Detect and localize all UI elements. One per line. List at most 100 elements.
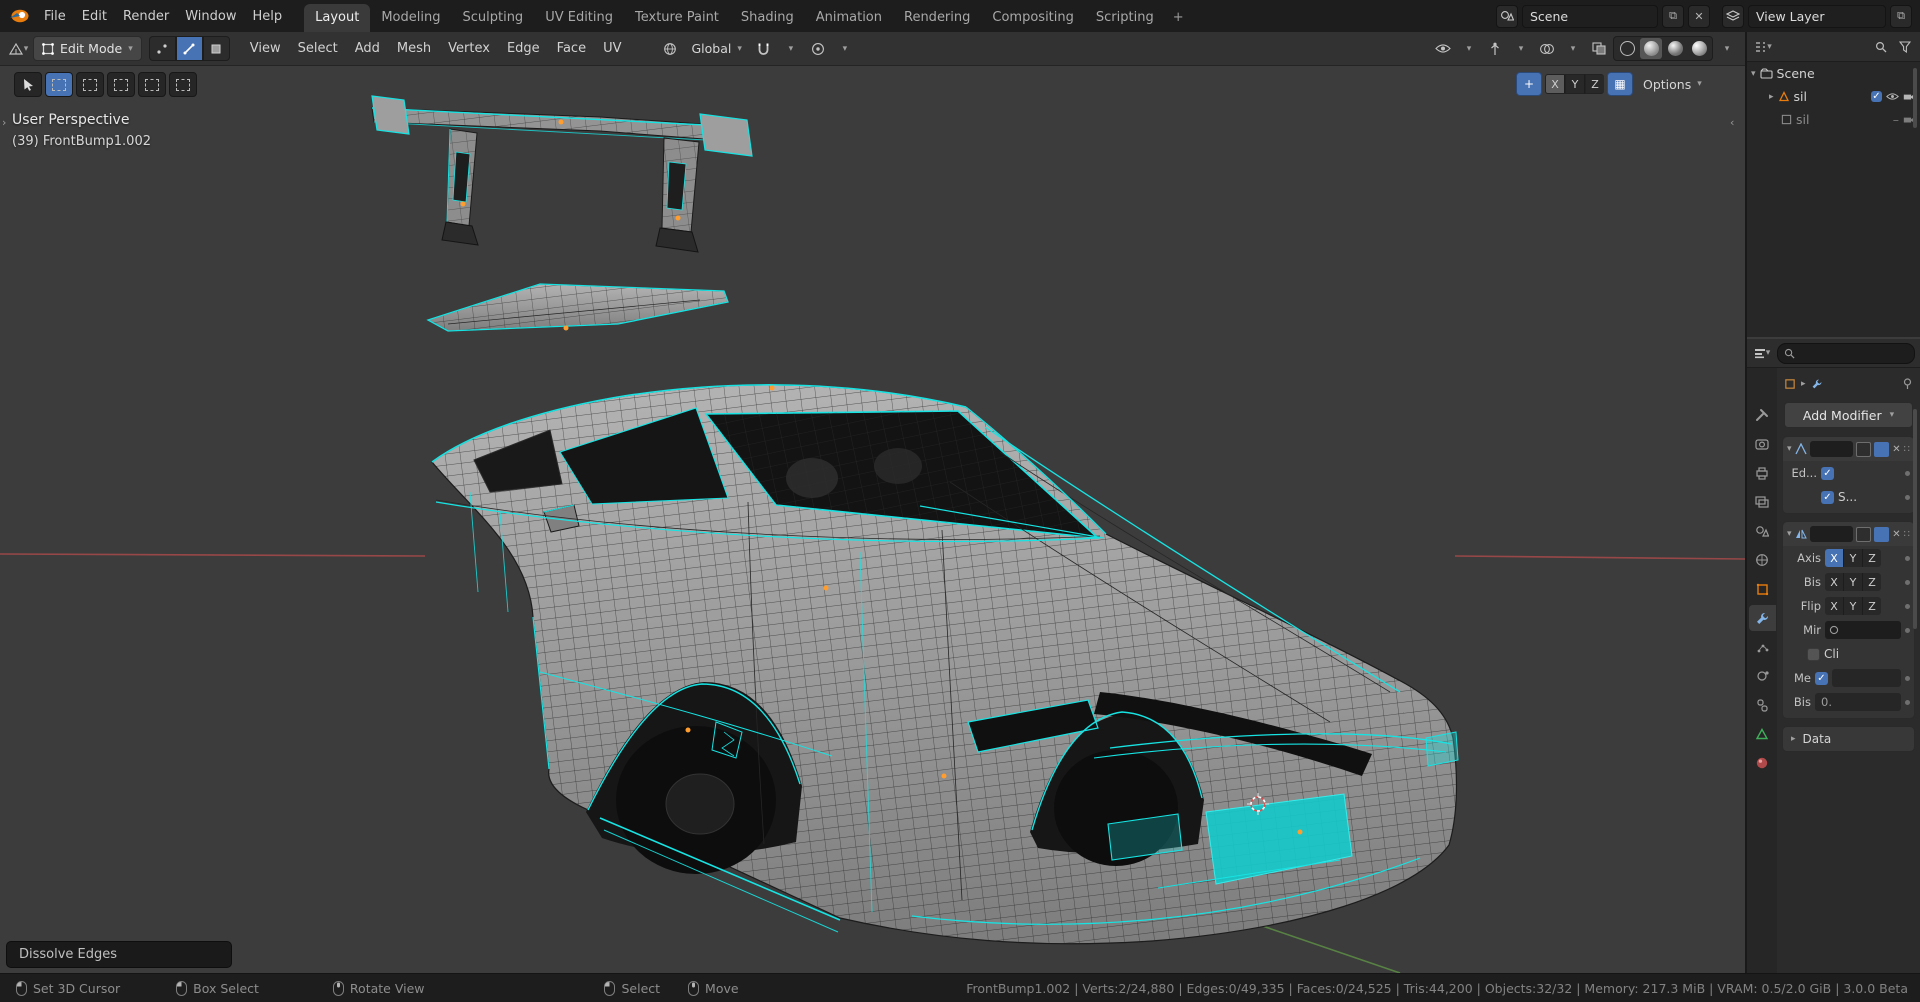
properties-editor-type-button[interactable]: ▾ <box>1752 342 1772 365</box>
shading-material-button[interactable] <box>1664 38 1686 59</box>
tab-view-layer[interactable] <box>1749 489 1776 515</box>
tab-object[interactable] <box>1749 576 1776 602</box>
menu-mesh[interactable]: Mesh <box>390 37 438 60</box>
editor-divider[interactable] <box>1745 32 1747 973</box>
menu-uv[interactable]: UV <box>596 37 628 60</box>
collection-expand-icon[interactable]: ▾ <box>1751 69 1756 79</box>
decorator-dot[interactable] <box>1905 494 1910 500</box>
xray-toggle[interactable] <box>1587 37 1611 60</box>
tab-scene[interactable] <box>1749 518 1776 544</box>
tab-modifiers[interactable] <box>1748 605 1776 631</box>
view-layer-browse-icon[interactable] <box>1722 4 1744 28</box>
flip-z-button[interactable]: Z <box>1863 597 1881 615</box>
outliner-filter-icon[interactable] <box>1896 35 1914 58</box>
tab-particles[interactable] <box>1749 634 1776 660</box>
outliner-editor-type-button[interactable]: ▾ <box>1753 35 1773 58</box>
car-mesh[interactable] <box>431 384 1459 945</box>
tab-scripting[interactable]: Scripting <box>1085 4 1165 32</box>
select-box-new-button[interactable] <box>45 72 73 97</box>
select-box-invert-button[interactable] <box>138 72 166 97</box>
toolbar-expand-arrow[interactable]: › <box>2 116 6 129</box>
display-editmode-toggle[interactable] <box>1856 526 1872 542</box>
visibility-eye-icon[interactable] <box>1431 37 1455 60</box>
snap-target-button[interactable]: + <box>1516 72 1542 96</box>
display-realtime-toggle[interactable] <box>1874 441 1890 457</box>
rear-wing-mesh[interactable] <box>371 95 753 253</box>
mirror-object-field[interactable] <box>1825 621 1901 639</box>
sharp-edges-checkbox[interactable]: ✓ <box>1821 490 1834 504</box>
tab-object-data[interactable] <box>1749 721 1776 747</box>
overlays-icon[interactable] <box>1535 37 1559 60</box>
outliner-row-object[interactable]: ▸ sil ✓ <box>1747 85 1920 108</box>
menu-window[interactable]: Window <box>177 6 244 27</box>
drag-handle-icon[interactable]: ∷ <box>1904 529 1910 540</box>
tab-shading[interactable]: Shading <box>730 4 805 32</box>
close-modifier-icon[interactable]: ✕ <box>1892 529 1900 540</box>
menu-edit[interactable]: Edit <box>74 6 115 27</box>
vertex-select-button[interactable] <box>148 36 176 61</box>
bisect-distance-field[interactable]: 0. <box>1815 693 1901 711</box>
properties-scrollbar[interactable] <box>1913 409 1917 629</box>
merge-checkbox[interactable]: ✓ <box>1815 671 1828 685</box>
bisect-x-button[interactable]: X <box>1825 573 1844 591</box>
mirror-x-toggle[interactable]: X <box>1545 74 1565 94</box>
menu-edge[interactable]: Edge <box>500 37 547 60</box>
sidebar-expand-arrow[interactable]: ‹ <box>1730 116 1734 129</box>
flip-y-button[interactable]: Y <box>1844 597 1863 615</box>
scene-browse-icon[interactable] <box>1496 4 1518 28</box>
proportional-grid-button[interactable]: ▦ <box>1607 72 1633 96</box>
tab-modeling[interactable]: Modeling <box>370 4 451 32</box>
tab-tool[interactable] <box>1749 402 1776 428</box>
new-scene-button[interactable]: ⧉ <box>1662 4 1684 28</box>
mode-dropdown[interactable]: Edit Mode ▾ <box>33 36 142 61</box>
scene-selector[interactable]: Scene <box>1522 4 1658 28</box>
visibility-dropdown[interactable]: ▾ <box>1457 37 1481 60</box>
menu-file[interactable]: File <box>36 6 74 27</box>
edge-select-button[interactable] <box>175 36 203 61</box>
unlink-scene-button[interactable]: ✕ <box>1688 4 1710 28</box>
proportional-editing-icon[interactable] <box>806 37 830 60</box>
clipping-checkbox[interactable] <box>1807 647 1820 661</box>
shading-dropdown[interactable]: ▾ <box>1715 37 1739 60</box>
transform-pivot-icon[interactable] <box>658 37 682 60</box>
pin-icon[interactable] <box>1902 378 1913 390</box>
axis-x-button[interactable]: X <box>1825 549 1844 567</box>
menu-render[interactable]: Render <box>115 6 177 27</box>
decorator-dot[interactable] <box>1905 579 1910 585</box>
tab-physics[interactable] <box>1749 663 1776 689</box>
panel-collapse-icon[interactable]: ▾ <box>1787 529 1792 539</box>
axis-z-button[interactable]: Z <box>1863 549 1881 567</box>
properties-search-field[interactable] <box>1777 342 1915 364</box>
tab-material[interactable] <box>1749 750 1776 776</box>
face-select-button[interactable] <box>202 36 230 61</box>
merge-threshold-field[interactable] <box>1832 669 1901 687</box>
gizmo-icon[interactable] <box>1483 37 1507 60</box>
decorator-dot[interactable] <box>1905 555 1910 561</box>
menu-add[interactable]: Add <box>348 37 387 60</box>
tab-compositing[interactable]: Compositing <box>981 4 1085 32</box>
display-editmode-toggle[interactable] <box>1856 441 1872 457</box>
select-box-intersect-button[interactable] <box>169 72 197 97</box>
tab-render[interactable] <box>1749 431 1776 457</box>
outliner-row-mesh-data[interactable]: sil – <box>1747 108 1920 131</box>
new-view-layer-button[interactable]: ⧉ <box>1890 4 1912 28</box>
axis-y-button[interactable]: Y <box>1844 549 1863 567</box>
select-box-subtract-button[interactable] <box>107 72 135 97</box>
options-dropdown[interactable]: Options ▾ <box>1636 74 1709 95</box>
add-modifier-button[interactable]: Add Modifier ▾ <box>1784 402 1913 428</box>
decorator-dot[interactable] <box>1905 675 1910 681</box>
outliner-row-scene[interactable]: ▾ Scene <box>1747 62 1920 85</box>
tab-world[interactable] <box>1749 547 1776 573</box>
tab-constraints[interactable] <box>1749 692 1776 718</box>
tab-uv-editing[interactable]: UV Editing <box>534 4 624 32</box>
snap-dropdown[interactable]: ▾ <box>779 37 803 60</box>
blender-logo-icon[interactable] <box>8 9 30 23</box>
active-tool-button[interactable] <box>14 72 42 97</box>
add-workspace-button[interactable]: + <box>1165 4 1192 32</box>
proportional-dropdown[interactable]: ▾ <box>833 37 857 60</box>
modifier-header[interactable]: ▾ ✕ ∷ <box>1783 522 1914 546</box>
modifier-name-field[interactable] <box>1809 526 1854 542</box>
exclude-checkbox[interactable]: ✓ <box>1871 91 1882 102</box>
gizmo-dropdown[interactable]: ▾ <box>1509 37 1533 60</box>
drag-handle-icon[interactable]: ∷ <box>1904 444 1910 455</box>
